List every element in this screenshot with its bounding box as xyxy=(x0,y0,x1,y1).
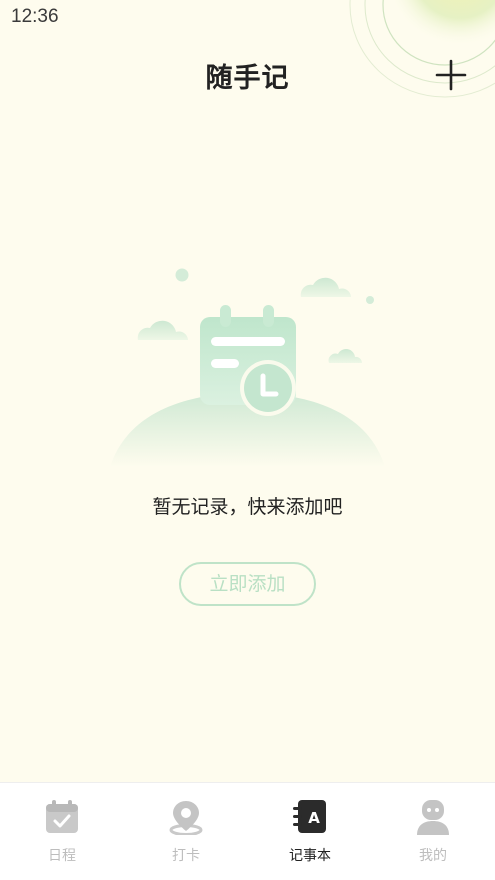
bottom-tab-bar: 日程 打卡 A 记事本 我的 xyxy=(0,782,495,880)
calendar-clock-illustration xyxy=(100,255,395,475)
tab-profile-label: 我的 xyxy=(419,848,447,864)
calendar-check-icon xyxy=(46,800,78,833)
location-pin-icon xyxy=(169,801,203,835)
title-bar: 随手记 xyxy=(0,50,495,100)
notebook-icon: A xyxy=(293,800,326,833)
add-button[interactable] xyxy=(434,58,468,92)
tab-checkin-label: 打卡 xyxy=(172,848,200,864)
tab-notebook-label: 记事本 xyxy=(289,848,331,864)
tab-checkin[interactable]: 打卡 xyxy=(124,783,248,880)
status-time: 12:36 xyxy=(11,6,59,27)
user-icon xyxy=(417,800,449,835)
svg-text:A: A xyxy=(308,809,320,827)
tab-schedule-label: 日程 xyxy=(48,848,76,864)
tab-notebook[interactable]: A 记事本 xyxy=(248,783,372,880)
empty-message: 暂无记录，快来添加吧 xyxy=(152,496,343,518)
add-now-button[interactable]: 立即添加 xyxy=(179,562,316,606)
plus-icon xyxy=(435,59,467,91)
tab-schedule[interactable]: 日程 xyxy=(0,783,124,880)
tab-profile[interactable]: 我的 xyxy=(371,783,495,880)
page-title: 随手记 xyxy=(205,63,290,94)
